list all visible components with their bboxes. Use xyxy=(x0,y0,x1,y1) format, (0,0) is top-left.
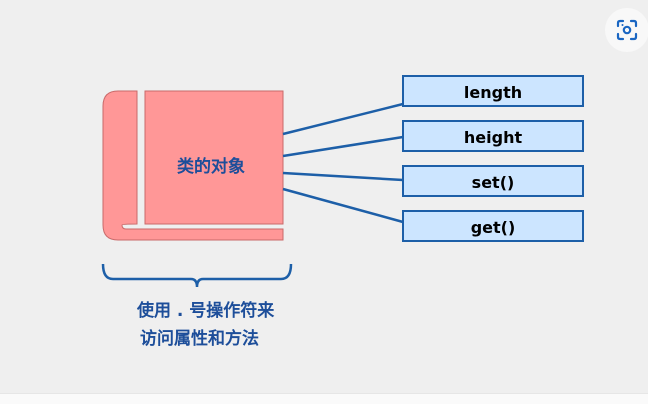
visual-search-icon xyxy=(616,19,638,41)
visual-search-button[interactable] xyxy=(605,8,648,52)
connector-line xyxy=(282,187,404,224)
member-label: length xyxy=(464,83,522,102)
connector-line xyxy=(282,102,404,136)
curly-brace xyxy=(101,263,293,288)
member-label: set() xyxy=(472,173,515,192)
connector-line xyxy=(282,171,404,182)
member-label: height xyxy=(464,128,523,147)
book-shape: 类的对象 xyxy=(102,90,284,241)
caption-line-1: 使用 . 号操作符来 xyxy=(136,300,275,321)
member-label: get() xyxy=(471,218,516,237)
caption-line-2: 访问属性和方法 xyxy=(140,328,259,349)
member-box: height xyxy=(402,120,584,152)
member-box: set() xyxy=(402,165,584,197)
bottom-bar xyxy=(0,393,648,404)
member-box: length xyxy=(402,75,584,107)
connectors xyxy=(282,102,404,224)
connector-line xyxy=(282,135,404,158)
member-box: get() xyxy=(402,210,584,242)
diagram: 类的对象 length height set() get() 使用 . 号操作符… xyxy=(101,75,584,349)
object-label: 类的对象 xyxy=(177,156,245,177)
